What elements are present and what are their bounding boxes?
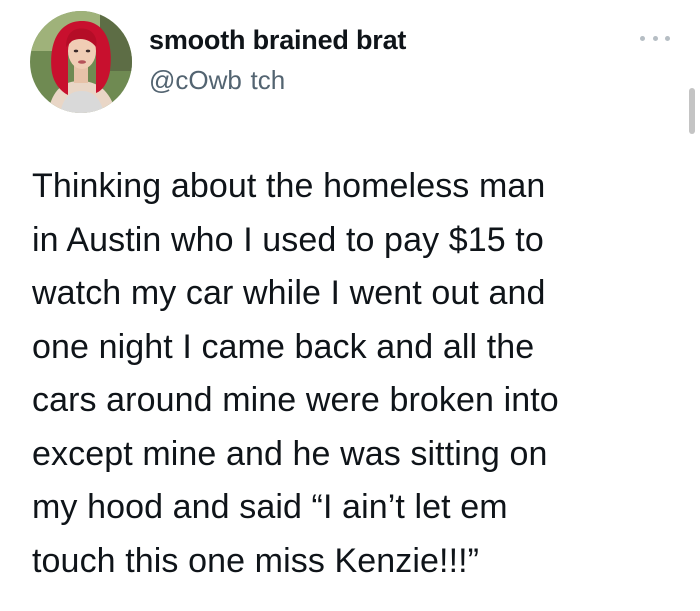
scrollbar-thumb[interactable]: [689, 88, 695, 134]
profile-photo: [30, 11, 132, 113]
tweet-line: watch my car while I went out and: [32, 274, 546, 312]
tweet-text: Thinking about the homeless man in Austi…: [32, 160, 682, 588]
tweet-line: except mine and he was sitting on: [32, 434, 548, 473]
tweet-line: cars around mine were broken into: [32, 381, 559, 419]
tweet-line: touch this one miss Kenzie!!!”: [32, 541, 480, 580]
tweet-line: my hood and said “I ain’t let em: [32, 488, 508, 526]
dot: [665, 35, 670, 41]
user-handle[interactable]: @cOwb tch: [149, 65, 285, 96]
tweet-card: smooth brained brat @cOwb tch Thinking a…: [0, 0, 700, 611]
avatar[interactable]: [30, 11, 132, 113]
more-horizontal-icon[interactable]: [640, 30, 670, 46]
tweet-line: in Austin who I used to pay $15 to: [32, 220, 544, 259]
tweet-line: one night I came back and all the: [32, 327, 535, 366]
display-name[interactable]: smooth brained brat: [149, 25, 406, 56]
dot: [652, 35, 658, 41]
dot: [640, 35, 645, 41]
tweet-line: Thinking about the homeless man: [32, 167, 546, 205]
